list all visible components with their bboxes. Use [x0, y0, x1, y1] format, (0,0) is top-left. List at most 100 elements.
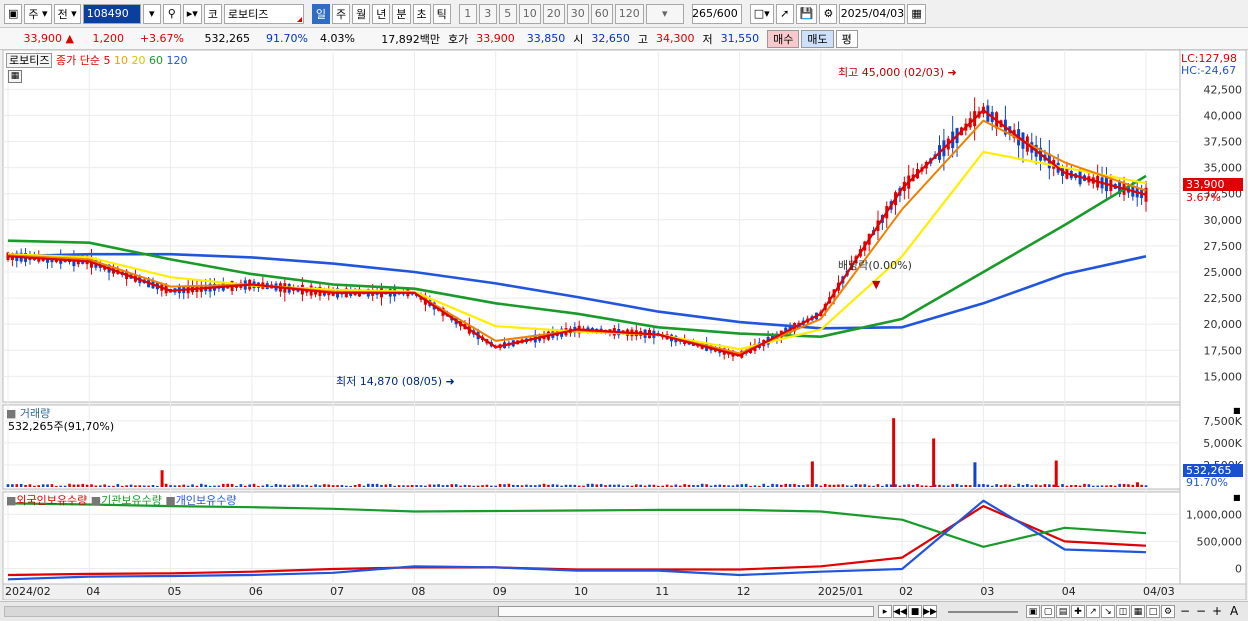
period-day[interactable]: 일: [311, 3, 331, 24]
volume-bar: [560, 485, 563, 487]
period-minute[interactable]: 분: [392, 3, 411, 24]
volume-bar: [529, 485, 533, 487]
calendar-icon[interactable]: ▦: [907, 3, 926, 24]
stock-code-input[interactable]: 108490: [82, 3, 141, 24]
volume-bar: [388, 483, 392, 487]
trend-tool2-icon[interactable]: ↘: [1101, 605, 1115, 618]
zoom-box-icon[interactable]: ▣: [1026, 605, 1040, 618]
volume-bar: [964, 484, 968, 487]
interval-60[interactable]: 60: [590, 3, 613, 24]
volume-bar: [907, 484, 911, 487]
x-tick-label: 07: [330, 585, 344, 598]
period-tick[interactable]: 틱: [432, 3, 451, 24]
volume-bar: [221, 483, 225, 487]
market-type-select[interactable]: 주 ▾: [24, 3, 52, 24]
current-price: 33,900 ▲: [23, 32, 74, 45]
scroll-right-icon[interactable]: ▸: [878, 605, 892, 618]
draw-tool-icon[interactable]: ➚: [775, 3, 794, 24]
volume-panel-close-icon[interactable]: ■: [1233, 406, 1241, 415]
scale-icon[interactable]: □: [1146, 605, 1160, 618]
period-year[interactable]: 년: [372, 3, 391, 24]
gear-icon[interactable]: ⚙: [819, 3, 838, 24]
scroll-first-icon[interactable]: ◀◀: [893, 605, 907, 618]
volume-bar: [226, 483, 229, 487]
scroll-last-icon[interactable]: ▶▶: [923, 605, 937, 618]
zoom-minus-icon[interactable]: −: [1196, 604, 1206, 618]
date-input[interactable]: 2025/04/03: [839, 3, 906, 24]
interval-3[interactable]: 3: [478, 3, 497, 24]
zoom-in-icon[interactable]: +: [1212, 604, 1222, 618]
volume-bar: [41, 484, 45, 487]
zoom-reset-icon[interactable]: ▤: [1056, 605, 1070, 618]
volume-bar: [336, 485, 339, 487]
interval-120[interactable]: 120: [614, 3, 644, 24]
stop-icon[interactable]: ■: [908, 605, 922, 618]
count-input[interactable]: 265/600: [691, 3, 742, 24]
volume-bar: [837, 484, 840, 487]
volume-bar: [845, 485, 849, 487]
volume-bar: [1074, 484, 1077, 487]
low-label: 저: [702, 32, 713, 46]
holdings-panel-close-icon[interactable]: ■: [1233, 493, 1241, 502]
volume-bar: [340, 485, 344, 487]
crosshair-icon[interactable]: ✚: [1071, 605, 1085, 618]
volume-bar: [265, 484, 269, 487]
volume-bar: [968, 485, 972, 487]
period-week[interactable]: 주: [332, 3, 351, 24]
volume-bar-notable: [810, 461, 814, 487]
table-icon[interactable]: ▦: [8, 70, 22, 83]
zoom-out-icon[interactable]: −: [1180, 604, 1190, 618]
period-month[interactable]: 월: [352, 3, 371, 24]
period-second[interactable]: 초: [412, 3, 431, 24]
volume-ratio: 91.70%: [266, 32, 308, 45]
volume-bar: [85, 484, 89, 487]
split-icon[interactable]: ◫: [1116, 605, 1130, 618]
save-icon[interactable]: 💾: [795, 3, 818, 24]
layout-icon[interactable]: ▣: [4, 3, 23, 24]
volume-bar: [520, 485, 524, 487]
code-dropdown-icon[interactable]: ▾: [142, 3, 161, 24]
grid-toggle-icon[interactable]: ▦: [1131, 605, 1145, 618]
buy-button[interactable]: 매수: [767, 29, 800, 48]
interval-custom-input[interactable]: ▾: [645, 3, 684, 24]
search-icon[interactable]: ⚲: [162, 3, 181, 24]
volume-bar: [252, 483, 256, 487]
interval-30[interactable]: 30: [566, 3, 589, 24]
zoom-slider[interactable]: [948, 611, 1018, 613]
ma-legend-20: 20: [131, 54, 146, 67]
settings2-icon[interactable]: ⚙: [1161, 605, 1175, 618]
volume-bar: [248, 484, 251, 487]
interval-1[interactable]: 1: [458, 3, 477, 24]
volume-bar: [758, 485, 761, 487]
volume-bar: [511, 484, 515, 487]
volume-bar: [1034, 484, 1038, 487]
volume-bar: [1087, 484, 1091, 487]
volume-bar: [353, 484, 357, 487]
stock-legend[interactable]: 로보티즈: [6, 53, 53, 68]
candle-type-icon[interactable]: □▾: [749, 3, 774, 24]
prev-button[interactable]: 전 ▾: [53, 3, 81, 24]
volume-bar: [204, 484, 208, 487]
scroll-thumb[interactable]: [498, 606, 874, 617]
stock-name-field[interactable]: 로보티즈: [223, 3, 304, 24]
font-size-icon[interactable]: A: [1230, 604, 1238, 618]
speaker-icon[interactable]: ▸▾: [182, 3, 202, 24]
volume-bar: [1140, 484, 1143, 487]
volume-bar: [507, 483, 511, 487]
avg-button[interactable]: 평: [835, 29, 858, 48]
volume-bar: [327, 484, 331, 487]
zoom-fit-icon[interactable]: ▢: [1041, 605, 1055, 618]
volume-bar: [999, 485, 1003, 487]
interval-5[interactable]: 5: [498, 3, 517, 24]
volume-bar: [916, 483, 919, 487]
volume-bar: [287, 485, 291, 487]
volume-bar-notable: [1136, 482, 1139, 487]
volume-bar: [19, 483, 23, 487]
interval-10[interactable]: 10: [518, 3, 541, 24]
sell-button[interactable]: 매도: [801, 29, 834, 48]
volume-bar: [441, 485, 445, 487]
interval-20[interactable]: 20: [542, 3, 565, 24]
volume-bar: [942, 485, 946, 487]
trend-tool-icon[interactable]: ↗: [1086, 605, 1100, 618]
volume-bar: [46, 484, 49, 487]
